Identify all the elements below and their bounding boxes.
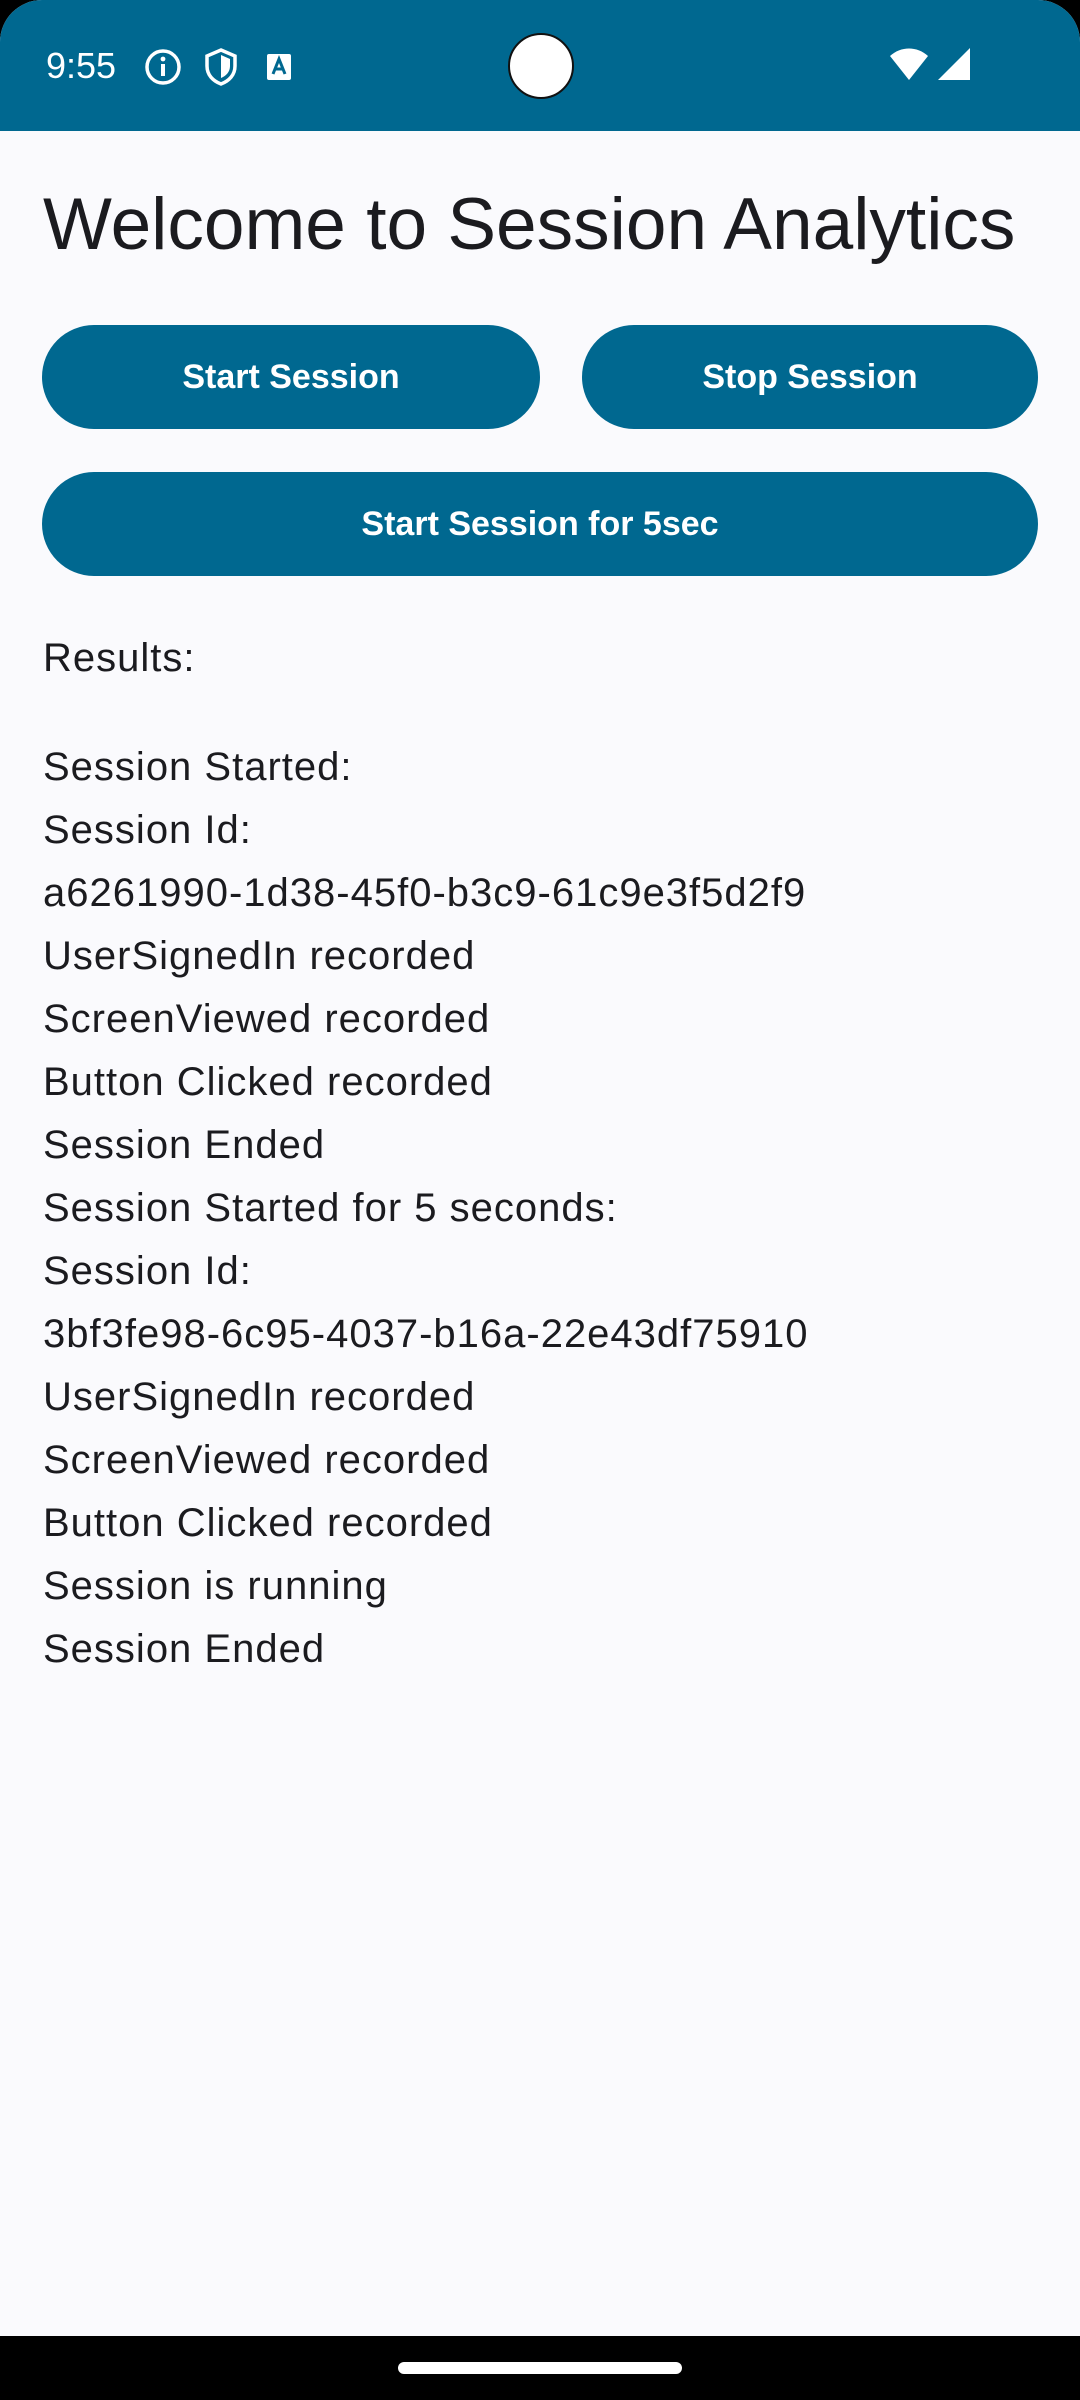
log-line: Session Ended: [43, 1627, 326, 1671]
results-log: Session Started: Session Id: a6261990-1d…: [43, 736, 1043, 1681]
start-session-button[interactable]: Start Session: [42, 325, 540, 429]
page-title: Welcome to Session Analytics: [43, 184, 1016, 265]
cellular-signal-icon: [938, 48, 970, 80]
log-line: Button Clicked recorded: [43, 1060, 493, 1104]
log-line: UserSignedIn recorded: [43, 934, 476, 978]
info-icon: [145, 49, 181, 85]
log-line: Session Id:: [43, 808, 252, 852]
log-line: Session Id:: [43, 1249, 252, 1293]
log-line: ScreenViewed recorded: [43, 1438, 491, 1482]
stop-session-button[interactable]: Stop Session: [582, 325, 1038, 429]
status-time: 9:55: [46, 45, 117, 86]
navigation-bar: [0, 2336, 1080, 2400]
app-screen: 9:55 Welcome to Session Analytics Start …: [0, 0, 1080, 2400]
log-line: Session is running: [43, 1564, 388, 1608]
start-session-5sec-button[interactable]: Start Session for 5sec: [42, 472, 1038, 576]
shield-icon: [205, 48, 237, 86]
results-label: Results:: [43, 636, 196, 680]
log-line: a6261990-1d38-45f0-b3c9-61c9e3f5d2f9: [43, 871, 807, 915]
log-line: Session Started for 5 seconds:: [43, 1186, 618, 1230]
camera-cutout: [508, 33, 574, 99]
wifi-icon: [890, 48, 928, 80]
log-line: 3bf3fe98-6c95-4037-b16a-22e43df75910: [43, 1312, 809, 1356]
home-gesture-handle[interactable]: [398, 2362, 682, 2374]
log-line: Session Started:: [43, 745, 353, 789]
log-line: Button Clicked recorded: [43, 1501, 493, 1545]
text-a-icon: [267, 54, 291, 80]
status-bar: 9:55: [0, 0, 1080, 131]
log-line: Session Ended: [43, 1123, 326, 1167]
log-line: ScreenViewed recorded: [43, 997, 491, 1041]
log-line: UserSignedIn recorded: [43, 1375, 476, 1419]
